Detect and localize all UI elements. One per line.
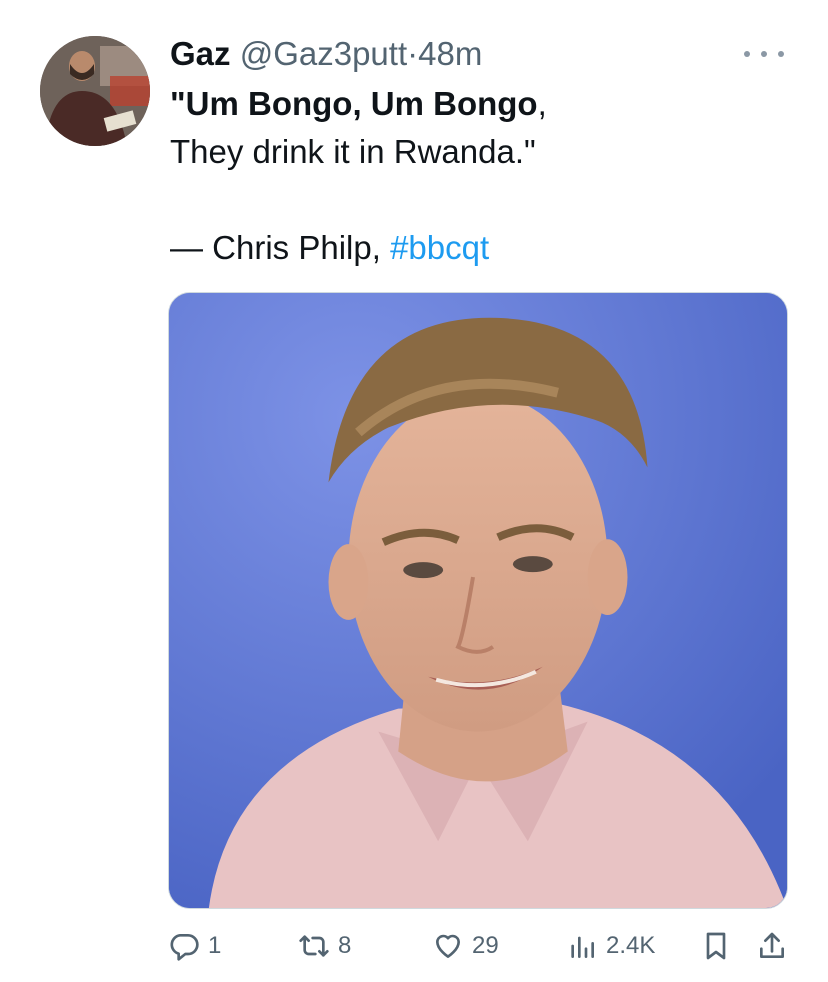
tweet-text-attribution: — Chris Philp, (170, 229, 391, 266)
tweet-header: Gaz @Gaz3putt·48m (170, 32, 482, 76)
tweet-image[interactable] (168, 292, 788, 909)
share-button[interactable] (756, 924, 788, 968)
reply-button[interactable]: 1 (168, 924, 221, 968)
like-button[interactable]: 29 (432, 924, 499, 968)
bookmark-button[interactable] (700, 924, 732, 968)
reply-icon (170, 934, 199, 961)
views-button[interactable]: 2.4K (566, 924, 655, 968)
tweet-actions: 1 8 29 2.4K (168, 924, 788, 968)
retweet-button[interactable]: 8 (298, 924, 351, 968)
heart-icon (436, 934, 460, 958)
tweet-timestamp[interactable]: 48m (418, 35, 482, 72)
reply-count: 1 (208, 932, 222, 959)
author-name[interactable]: Gaz (170, 35, 231, 72)
tweet-text-bold: "Um Bongo, Um Bongo (170, 85, 538, 122)
tweet-text: "Um Bongo, Um Bongo, They drink it in Rw… (170, 80, 547, 272)
views-count: 2.4K (606, 932, 656, 959)
retweet-icon (299, 935, 329, 957)
hashtag-link[interactable]: #bbcqt (390, 229, 489, 266)
author-handle[interactable]: @Gaz3putt (240, 35, 407, 72)
separator: · (407, 35, 419, 72)
author-avatar[interactable] (40, 36, 150, 146)
tweet-text-line2: They drink it in Rwanda." (170, 133, 536, 170)
like-count: 29 (472, 932, 499, 959)
tweet-text-comma: , (537, 85, 547, 122)
more-icon[interactable] (744, 42, 784, 66)
retweet-count: 8 (338, 932, 352, 959)
views-icon (571, 936, 594, 958)
share-icon (760, 932, 784, 958)
bookmark-icon (706, 932, 726, 960)
